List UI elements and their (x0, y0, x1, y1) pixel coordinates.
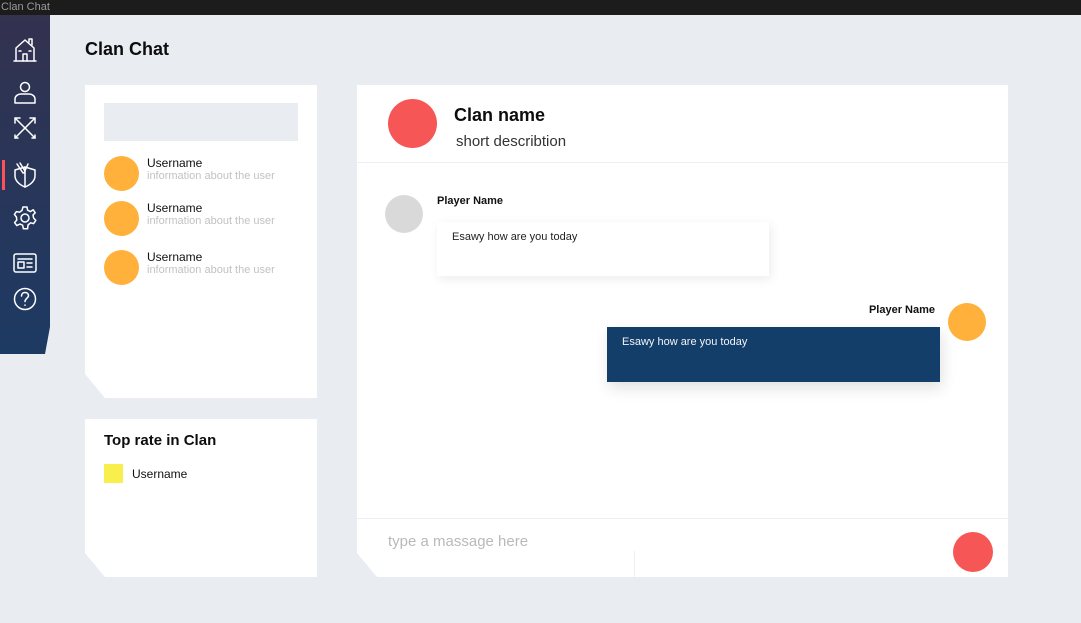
sidebar (0, 15, 50, 354)
avatar (385, 195, 423, 233)
message-sender: Player Name (868, 304, 935, 316)
sidebar-item-help[interactable] (0, 280, 50, 318)
username: Username (147, 250, 203, 264)
page-title: Clan Chat (85, 39, 170, 59)
user-info: information about the user (147, 170, 275, 182)
message-bubble-outgoing: Esawy how are you today (607, 327, 940, 382)
message-sender: Player Name (437, 195, 504, 207)
avatar (104, 156, 139, 191)
window-title: Clan Chat (0, 0, 1081, 15)
clan-avatar (388, 99, 437, 148)
gear-icon (13, 206, 37, 230)
send-button[interactable] (953, 532, 993, 572)
sidebar-item-settings[interactable] (0, 199, 50, 237)
message-input[interactable] (388, 530, 628, 552)
divider (357, 518, 1008, 519)
divider (634, 551, 635, 577)
shield-icon (14, 162, 36, 188)
help-icon (13, 287, 37, 311)
sidebar-item-profile[interactable] (0, 73, 50, 111)
top-rate-panel: Top rate in Clan Username (85, 419, 317, 577)
list-item[interactable]: Username information about the user (104, 250, 304, 286)
avatar (948, 303, 986, 341)
divider (357, 162, 1008, 163)
sidebar-item-home[interactable] (0, 31, 50, 69)
sidebar-item-battle[interactable] (0, 109, 50, 147)
user-info: information about the user (147, 215, 275, 227)
top-rate-username: Username (132, 467, 188, 481)
news-icon (13, 253, 37, 273)
top-rate-item[interactable]: Username (104, 464, 294, 483)
sidebar-item-news[interactable] (0, 244, 50, 282)
clan-description: short describtion (456, 133, 567, 150)
list-item[interactable]: Username information about the user (104, 201, 304, 237)
message-bubble-incoming: Esawy how are you today (437, 222, 769, 276)
avatar (104, 250, 139, 285)
clan-members-panel: Username information about the user User… (85, 85, 317, 398)
chat-panel: Clan name short describtion Player Name … (357, 85, 1008, 577)
avatar (104, 201, 139, 236)
crossed-arrows-icon (14, 117, 36, 139)
list-item[interactable]: Username information about the user (104, 156, 304, 192)
user-info: information about the user (147, 264, 275, 276)
clan-name: Clan name (454, 105, 546, 125)
sidebar-item-clan[interactable] (0, 156, 50, 194)
home-icon (13, 38, 37, 62)
username: Username (147, 156, 203, 170)
rank-marker (104, 464, 123, 483)
top-rate-title: Top rate in Clan (104, 432, 217, 449)
user-icon (14, 81, 36, 104)
username: Username (147, 201, 203, 215)
search-input[interactable] (104, 103, 298, 141)
